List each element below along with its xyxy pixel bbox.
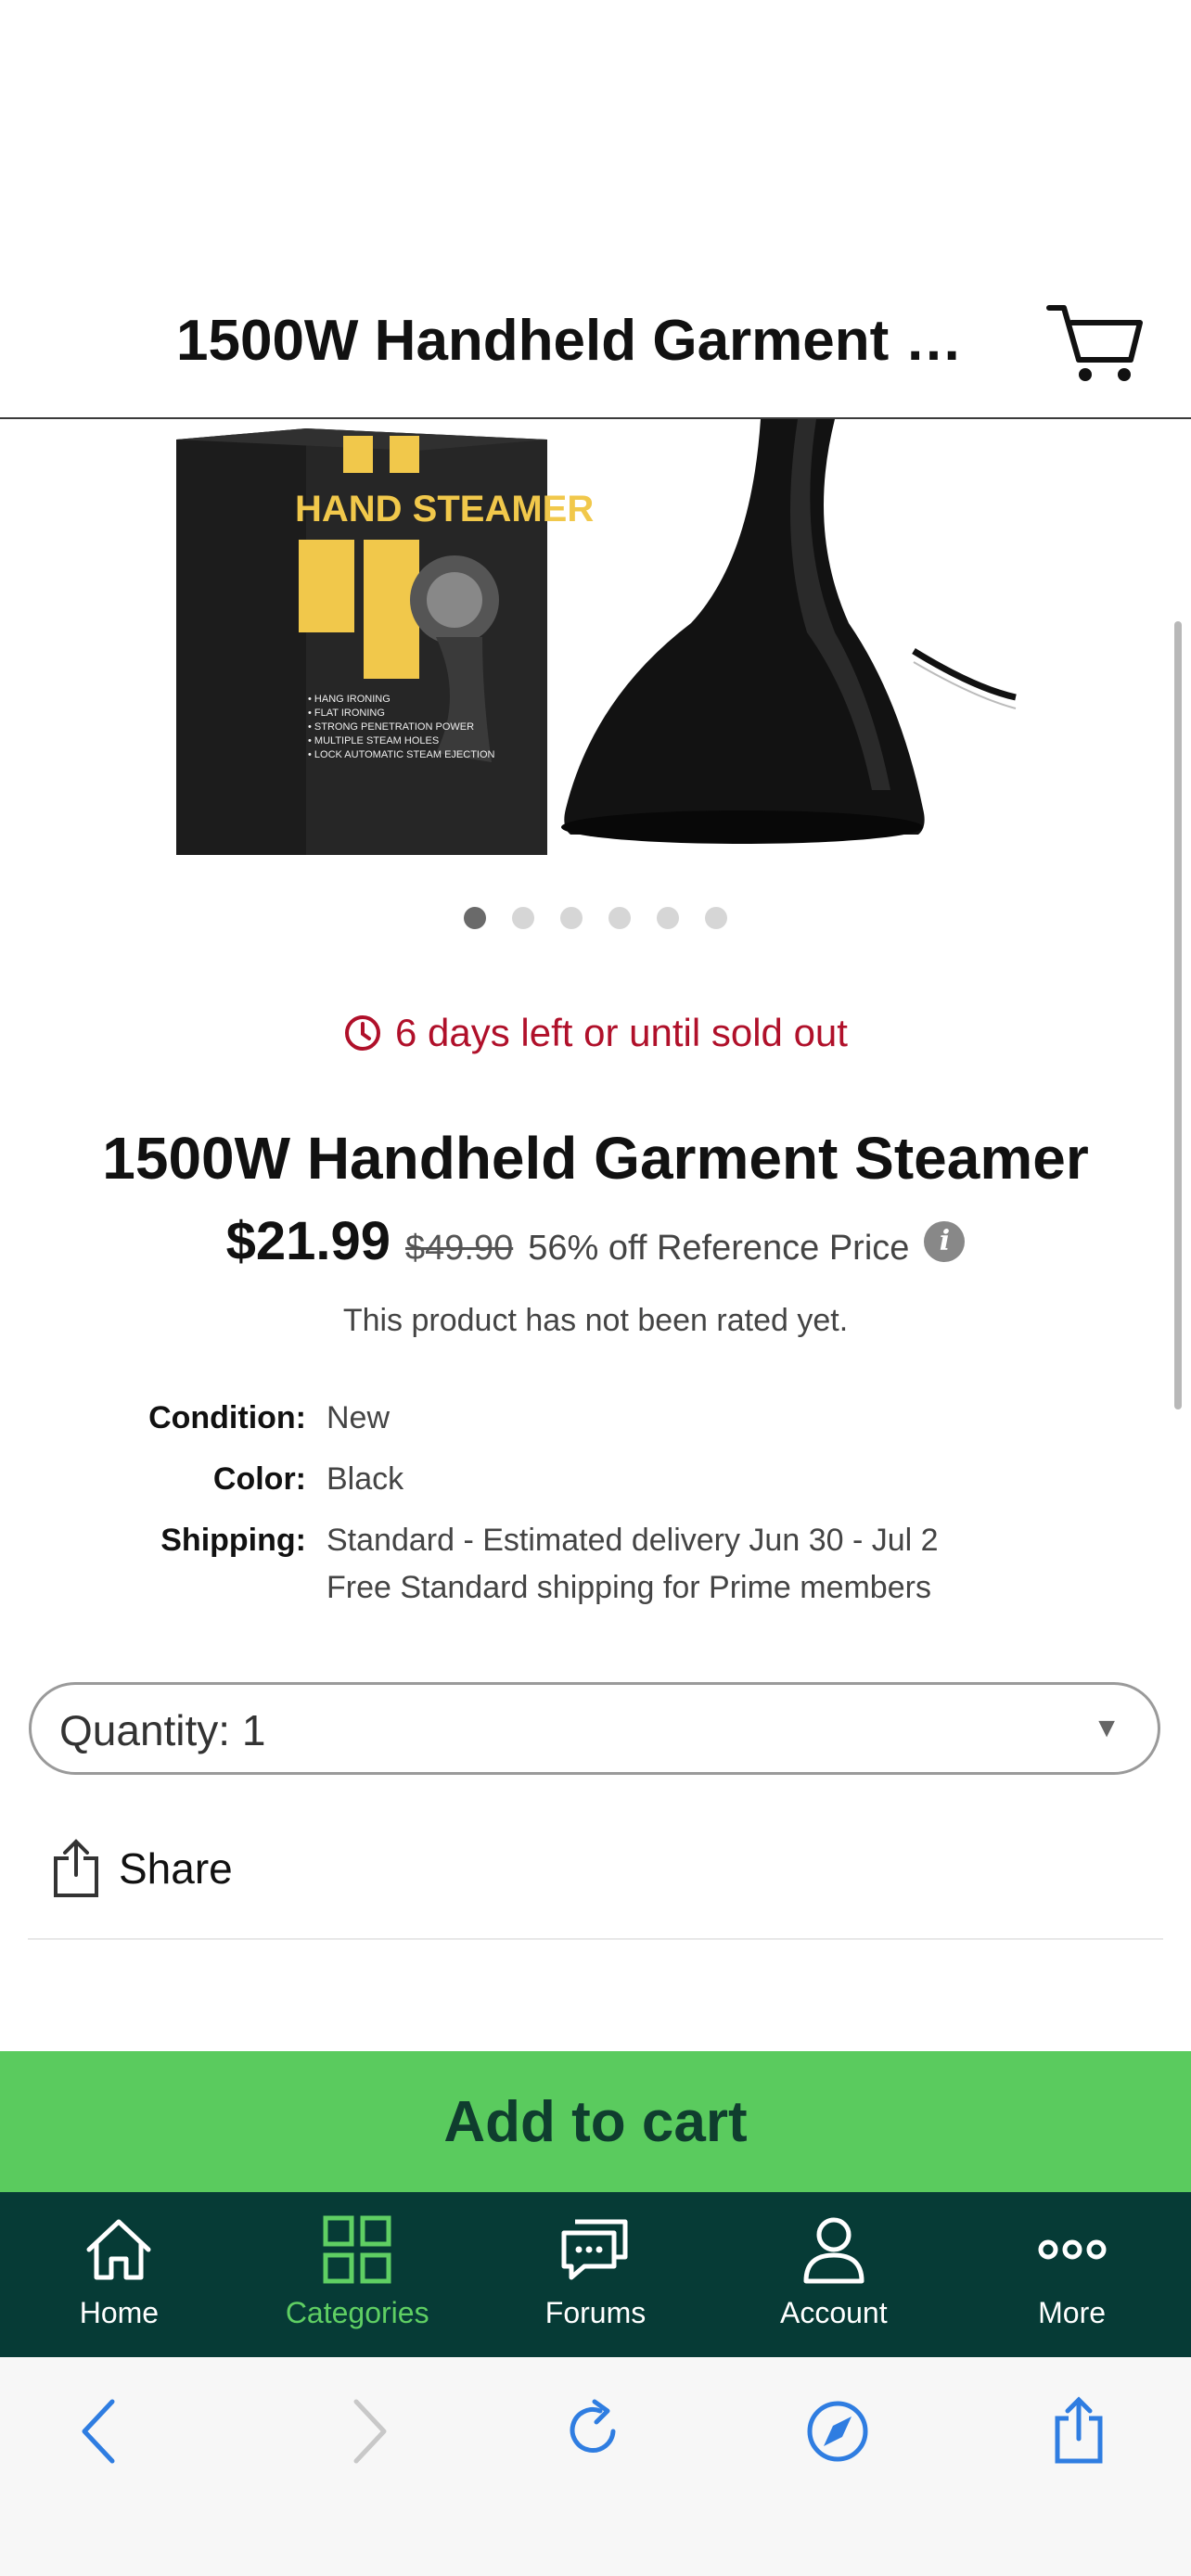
add-to-cart-button[interactable]: Add to cart xyxy=(0,2051,1191,2192)
shipping-estimate: Standard - Estimated delivery Jun 30 - J… xyxy=(327,1523,939,1558)
discount-text: 56% off Reference Price xyxy=(528,1229,910,1268)
tab-label: Categories xyxy=(285,2296,429,2329)
tab-forums[interactable]: Forums xyxy=(477,2192,715,2357)
quantity-select[interactable]: Quantity: 1 ▼ xyxy=(29,1682,1160,1775)
rating-text: This product has not been rated yet. xyxy=(342,1303,849,1338)
svg-text:• STRONG PENETRATION POWER: • STRONG PENETRATION POWER xyxy=(308,721,474,733)
spec-value: Black xyxy=(327,1461,404,1497)
tab-label: More xyxy=(1038,2296,1107,2329)
spec-label: Condition: xyxy=(148,1400,306,1435)
forward-icon[interactable] xyxy=(325,2394,408,2468)
product-image-carousel[interactable]: HAND STEAMER • HANG IRONING • FLAT IRONI… xyxy=(0,419,1191,883)
svg-text:• HANG IRONING: • HANG IRONING xyxy=(308,694,391,705)
clock-icon xyxy=(345,1015,381,1051)
carousel-dot[interactable] xyxy=(705,907,727,929)
chat-icon xyxy=(561,2219,628,2280)
browser-toolbar xyxy=(0,2357,1191,2576)
product-image: HAND STEAMER • HANG IRONING • FLAT IRONI… xyxy=(176,419,1017,855)
svg-text:• LOCK AUTOMATIC STEAM EJECTIO: • LOCK AUTOMATIC STEAM EJECTION xyxy=(308,749,495,760)
share-sheet-icon[interactable] xyxy=(1037,2394,1121,2468)
share-button[interactable]: Share xyxy=(52,1838,233,1899)
product-title: 1500W Handheld Garment Steamer xyxy=(102,1125,1089,1192)
more-dots-icon xyxy=(1038,2239,1107,2260)
carousel-dots[interactable] xyxy=(0,907,1191,929)
page-header: 1500W Handheld Garment Steamer xyxy=(0,269,1191,419)
tab-label: Account xyxy=(779,2296,888,2329)
person-icon xyxy=(803,2217,864,2284)
quantity-value: Quantity: 1 xyxy=(59,1706,266,1754)
tab-home[interactable]: Home xyxy=(0,2192,238,2357)
home-icon xyxy=(86,2219,151,2280)
svg-text:• MULTIPLE STEAM HOLES: • MULTIPLE STEAM HOLES xyxy=(308,735,439,746)
info-icon[interactable]: i xyxy=(924,1220,966,1262)
reference-price: $49.90 xyxy=(404,1229,514,1268)
spec-shipping: Shipping: Standard - Estimated delivery … xyxy=(0,1523,1191,1625)
current-price: $21.99 xyxy=(225,1211,391,1271)
cart-icon[interactable] xyxy=(1044,287,1146,389)
tab-account[interactable]: Account xyxy=(714,2192,953,2357)
share-label: Share xyxy=(119,1844,233,1893)
chevron-down-icon: ▼ xyxy=(1093,1713,1121,1743)
spec-condition: Condition: New xyxy=(0,1400,1191,1461)
carousel-dot[interactable] xyxy=(512,907,534,929)
header-title: 1500W Handheld Garment Steamer xyxy=(176,309,992,373)
tab-label: Home xyxy=(79,2296,160,2329)
carousel-dot[interactable] xyxy=(657,907,679,929)
spec-label: Shipping: xyxy=(160,1523,306,1558)
carousel-dot[interactable] xyxy=(608,907,631,929)
spec-value: Standard - Estimated delivery Jun 30 - J… xyxy=(327,1523,939,1606)
back-icon[interactable] xyxy=(60,2394,144,2468)
shipping-prime-note: Free Standard shipping for Prime members xyxy=(327,1570,931,1605)
carousel-dot[interactable] xyxy=(560,907,583,929)
tab-more[interactable]: More xyxy=(953,2192,1191,2357)
price-row: $21.99 $49.90 56% off Reference Price i xyxy=(0,1210,1191,1272)
carousel-dot[interactable] xyxy=(464,907,486,929)
deal-text: 6 days left or until sold out xyxy=(395,1011,848,1054)
share-icon xyxy=(54,1839,98,1897)
spec-label: Color: xyxy=(212,1461,306,1497)
divider xyxy=(28,1938,1163,1940)
spec-value: New xyxy=(327,1400,391,1435)
deal-timer: 6 days left or until sold out xyxy=(0,1011,1191,1055)
reload-icon[interactable] xyxy=(554,2394,637,2468)
box-brand-text: HAND STEAMER xyxy=(295,489,594,529)
bottom-tab-bar: Home Categories Forums Account More xyxy=(0,2192,1191,2357)
compass-icon[interactable] xyxy=(796,2394,879,2468)
svg-text:• FLAT IRONING: • FLAT IRONING xyxy=(308,708,385,719)
tab-categories[interactable]: Categories xyxy=(238,2192,477,2357)
tab-label: Forums xyxy=(544,2296,647,2329)
grid-icon xyxy=(323,2215,391,2284)
spec-color: Color: Black xyxy=(0,1461,1191,1523)
product-specs: Condition: New Color: Black Shipping: St… xyxy=(0,1400,1191,1625)
